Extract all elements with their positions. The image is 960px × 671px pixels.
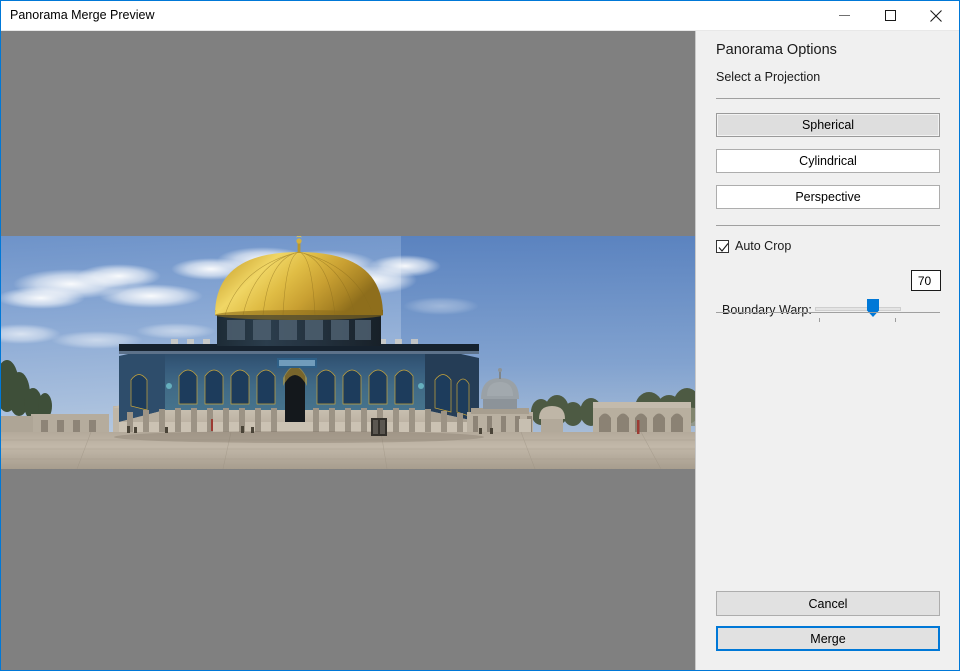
minimize-icon: [839, 10, 850, 21]
slider-track[interactable]: [815, 307, 901, 311]
panorama-options-panel: Panorama Options Select a Projection Sph…: [695, 31, 959, 671]
cancel-button[interactable]: Cancel: [716, 591, 940, 616]
preview-canvas[interactable]: [1, 31, 695, 671]
checkmark-icon: [718, 242, 729, 253]
separator-bottom: [716, 312, 940, 313]
slider-tick-max: [895, 318, 896, 322]
title-bar[interactable]: Panorama Merge Preview: [1, 1, 959, 31]
maximize-button[interactable]: [867, 1, 913, 30]
panel-subtitle: Select a Projection: [716, 70, 820, 84]
slider-thumb[interactable]: [867, 299, 879, 317]
close-icon: [930, 10, 942, 22]
auto-crop-label: Auto Crop: [735, 240, 791, 253]
panorama-image: [1, 236, 695, 469]
auto-crop-checkbox[interactable]: [716, 240, 729, 253]
separator-middle: [716, 225, 940, 226]
panorama-photo-graphic: [1, 236, 695, 469]
separator-top: [716, 98, 940, 99]
projection-button-cylindrical[interactable]: Cylindrical: [716, 149, 940, 173]
boundary-warp-slider[interactable]: [815, 307, 901, 311]
boundary-warp-label: Boundary Warp:: [722, 303, 812, 317]
window-title: Panorama Merge Preview: [10, 8, 155, 22]
maximize-icon: [885, 10, 896, 21]
auto-crop-row[interactable]: Auto Crop: [716, 240, 791, 253]
slider-tick-min: [819, 318, 820, 322]
close-button[interactable]: [913, 1, 959, 30]
projection-button-spherical[interactable]: Spherical: [716, 113, 940, 137]
boundary-warp-value[interactable]: 70: [911, 270, 941, 291]
minimize-button[interactable]: [821, 1, 867, 30]
projection-button-perspective[interactable]: Perspective: [716, 185, 940, 209]
panel-title: Panorama Options: [716, 42, 837, 58]
merge-button[interactable]: Merge: [716, 626, 940, 651]
panorama-merge-window: Panorama Merge Preview: [0, 0, 960, 671]
